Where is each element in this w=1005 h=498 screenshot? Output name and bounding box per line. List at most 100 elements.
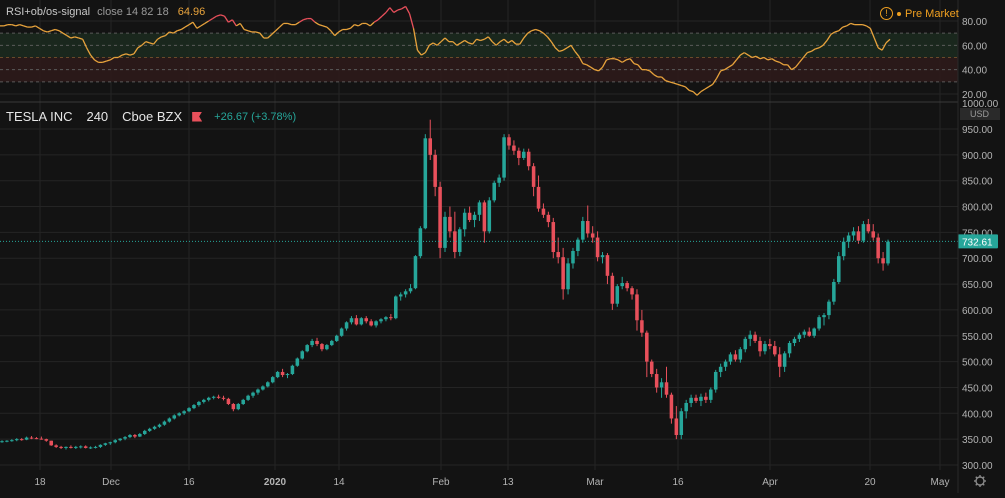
candle-up[interactable] xyxy=(487,197,492,234)
candle-body xyxy=(448,216,452,232)
candle-up[interactable] xyxy=(236,402,241,411)
symbol-legend[interactable]: TESLA INC 240 Cboe BZX +26.67 (+3.78%) xyxy=(6,109,296,124)
candle-body xyxy=(29,437,34,439)
candle-body xyxy=(147,428,152,431)
candle-up[interactable] xyxy=(443,211,447,253)
candle-up[interactable] xyxy=(837,252,841,285)
candle-up[interactable] xyxy=(492,180,496,203)
candle-body xyxy=(10,440,14,442)
candle-down[interactable] xyxy=(49,440,53,446)
candle-up[interactable] xyxy=(305,344,309,353)
market-status[interactable]: ! Pre Market xyxy=(880,7,959,20)
candle-up[interactable] xyxy=(713,369,718,393)
candle-body xyxy=(236,404,241,410)
candle-up[interactable] xyxy=(290,364,295,376)
candle-body xyxy=(315,340,319,345)
candle-body xyxy=(246,395,250,400)
last-price-tag[interactable]: 732.61 xyxy=(958,234,998,249)
candle-body xyxy=(851,231,856,236)
chart-canvas[interactable]: 950.00900.00850.00800.00750.00700.00650.… xyxy=(0,0,1005,493)
symbol-title: TESLA INC xyxy=(6,109,73,124)
time-axis-label: Mar xyxy=(586,477,604,488)
candle-body xyxy=(871,231,876,238)
candle-up[interactable] xyxy=(817,315,821,331)
candle-up[interactable] xyxy=(502,134,506,181)
candle-body xyxy=(423,138,428,229)
candle-body xyxy=(339,328,344,336)
candle-body xyxy=(507,137,511,146)
time-axis-label: 20 xyxy=(864,477,876,488)
candle-body xyxy=(290,365,295,375)
candle-body xyxy=(502,137,506,178)
candle-down[interactable] xyxy=(438,181,442,259)
candle-up[interactable] xyxy=(861,221,866,243)
candle-body xyxy=(403,291,408,295)
candle-body xyxy=(413,256,418,289)
candle-up[interactable] xyxy=(394,295,398,320)
candle-body xyxy=(216,396,221,398)
info-circle-icon[interactable]: ! xyxy=(880,7,893,20)
candle-up[interactable] xyxy=(275,370,280,379)
candle-body xyxy=(285,374,290,376)
candle-body xyxy=(231,404,236,410)
candle-body xyxy=(482,202,487,232)
candle-body xyxy=(743,338,748,350)
candle-body xyxy=(881,258,885,264)
candle-up[interactable] xyxy=(615,284,620,307)
candle-body xyxy=(384,317,388,320)
candle-up[interactable] xyxy=(423,134,428,230)
candle-body xyxy=(517,150,521,158)
time-axis-label: 16 xyxy=(672,477,684,488)
candle-up[interactable] xyxy=(359,317,364,326)
candle-body xyxy=(266,382,270,387)
price-axis-label: 650.00 xyxy=(962,280,993,291)
candle-body xyxy=(556,252,560,258)
candle-body xyxy=(5,440,9,442)
candle-body xyxy=(748,334,752,339)
rsi-indicator-legend[interactable]: RSI+ob/os-signal close 14 82 18 64.96 xyxy=(6,6,205,18)
candle-body xyxy=(679,411,684,436)
candle-up[interactable] xyxy=(566,258,570,295)
candle-body xyxy=(374,321,378,326)
candle-body xyxy=(128,435,132,438)
rsi-indicator-params: close 14 82 18 xyxy=(97,6,169,18)
candle-body xyxy=(704,396,708,400)
candle-down[interactable] xyxy=(226,397,231,406)
candle-up[interactable] xyxy=(300,350,305,360)
candle-up[interactable] xyxy=(334,334,339,342)
candle-body xyxy=(438,186,442,248)
candle-body xyxy=(334,335,339,341)
status-dot-icon xyxy=(897,11,901,16)
candle-up[interactable] xyxy=(270,376,275,384)
flag-icon[interactable] xyxy=(192,111,203,122)
candle-body xyxy=(684,402,688,412)
candle-body xyxy=(758,340,762,352)
candle-body xyxy=(802,331,807,335)
candle-body xyxy=(133,435,137,437)
candle-body xyxy=(226,398,231,405)
candle-body xyxy=(364,318,369,322)
candle-body xyxy=(241,399,245,405)
candle-body xyxy=(462,212,467,230)
candle-up[interactable] xyxy=(295,357,300,367)
candle-up[interactable] xyxy=(679,408,684,440)
candle-up[interactable] xyxy=(886,239,890,266)
market-status-label: Pre Market xyxy=(905,7,959,20)
time-axis-label: 16 xyxy=(183,477,195,488)
candle-up[interactable] xyxy=(418,226,423,259)
candle-body xyxy=(83,446,88,448)
candle-up[interactable] xyxy=(413,255,418,290)
candle-up[interactable] xyxy=(339,327,344,337)
candle-body xyxy=(487,200,492,232)
candle-body xyxy=(394,296,398,319)
candle-up[interactable] xyxy=(832,278,836,305)
candle-body xyxy=(541,208,546,215)
candle-body xyxy=(605,255,610,276)
candle-body xyxy=(187,408,191,412)
time-axis-label: 14 xyxy=(333,477,345,488)
candle-body xyxy=(664,382,669,395)
candle-body xyxy=(566,263,570,290)
time-axis-label: 18 xyxy=(34,477,46,488)
trading-chart[interactable]: 950.00 900.00 850.00 800.00 750.00 700.00 650.… xyxy=(0,0,1005,493)
candle-body xyxy=(812,328,816,336)
